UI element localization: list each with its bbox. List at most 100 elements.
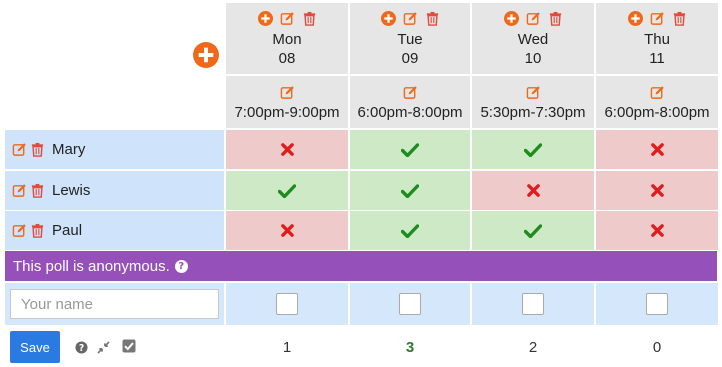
svg-text:?: ? bbox=[78, 342, 83, 353]
column-actions bbox=[596, 11, 718, 26]
time-slot-label: 7:00pm-9:00pm bbox=[234, 104, 340, 121]
check-icon bbox=[278, 183, 296, 198]
check-icon bbox=[524, 142, 542, 157]
your-name-input[interactable]: Your name bbox=[10, 289, 219, 319]
check-icon bbox=[401, 142, 419, 157]
vote-yes-cell bbox=[226, 171, 348, 210]
time-slot-actions bbox=[350, 85, 470, 100]
new-vote-cell bbox=[472, 283, 594, 325]
time-slot-label: 5:30pm-7:30pm bbox=[480, 104, 586, 121]
cross-icon bbox=[280, 224, 294, 237]
compress-icon[interactable] bbox=[96, 340, 110, 354]
add-option-icon[interactable] bbox=[380, 11, 396, 26]
trash-icon[interactable] bbox=[30, 142, 45, 157]
time-slot-header: 6:00pm-8:00pm bbox=[596, 76, 718, 128]
cross-icon bbox=[650, 143, 664, 156]
anonymous-banner: This poll is anonymous.? bbox=[5, 251, 717, 281]
time-slot-actions bbox=[226, 85, 348, 100]
vote-checkbox[interactable] bbox=[646, 293, 668, 315]
question-circle-icon[interactable]: ? bbox=[174, 259, 188, 273]
column-day: Mon bbox=[272, 31, 302, 48]
edit-icon[interactable] bbox=[650, 11, 665, 26]
participant-name: Paul bbox=[52, 222, 83, 239]
edit-icon[interactable] bbox=[12, 223, 27, 238]
add-column-button[interactable] bbox=[193, 42, 219, 68]
add-option-icon[interactable] bbox=[257, 11, 273, 26]
participant-name-cell: Mary bbox=[5, 130, 224, 169]
column-header: Wed 10 bbox=[472, 3, 594, 74]
edit-icon[interactable] bbox=[12, 183, 27, 198]
column-actions bbox=[350, 11, 470, 26]
banner-text: This poll is anonymous. bbox=[13, 257, 170, 275]
time-slot-header: 5:30pm-7:30pm bbox=[472, 76, 594, 128]
participant-name: Lewis bbox=[52, 182, 91, 199]
cross-icon bbox=[526, 184, 540, 197]
your-name-placeholder: Your name bbox=[21, 295, 93, 313]
vote-no-cell bbox=[226, 211, 348, 250]
time-slot-header: 7:00pm-9:00pm bbox=[226, 76, 348, 128]
time-slot-actions bbox=[472, 85, 594, 100]
column-day: Wed bbox=[517, 31, 549, 48]
cross-icon bbox=[280, 143, 294, 156]
time-slot-header: 6:00pm-8:00pm bbox=[350, 76, 470, 128]
cross-icon bbox=[650, 184, 664, 197]
add-option-icon[interactable] bbox=[627, 11, 643, 26]
add-option-icon[interactable] bbox=[503, 11, 519, 26]
participant-name-cell: Lewis bbox=[5, 171, 224, 210]
column-header: Tue 09 bbox=[350, 3, 470, 74]
column-day: Tue bbox=[397, 31, 423, 48]
column-header: Mon 08 bbox=[226, 3, 348, 74]
vote-count: 1 bbox=[282, 339, 292, 356]
vote-no-cell bbox=[596, 130, 718, 169]
vote-yes-cell bbox=[472, 130, 594, 169]
edit-icon[interactable] bbox=[526, 85, 541, 100]
edit-icon[interactable] bbox=[650, 85, 665, 100]
check-icon bbox=[401, 223, 419, 238]
cross-icon bbox=[650, 224, 664, 237]
trash-icon[interactable] bbox=[425, 11, 440, 26]
trash-icon[interactable] bbox=[30, 223, 45, 238]
vote-checkbox[interactable] bbox=[399, 293, 421, 315]
trash-icon[interactable] bbox=[302, 11, 317, 26]
trash-icon[interactable] bbox=[672, 11, 687, 26]
save-button[interactable]: Save bbox=[10, 331, 60, 363]
column-actions bbox=[472, 11, 594, 26]
column-actions bbox=[226, 11, 348, 26]
vote-yes-cell bbox=[472, 211, 594, 250]
trash-icon[interactable] bbox=[30, 183, 45, 198]
edit-icon[interactable] bbox=[12, 142, 27, 157]
vote-no-cell bbox=[226, 130, 348, 169]
vote-no-cell bbox=[472, 171, 594, 210]
vote-count: 2 bbox=[528, 339, 538, 356]
vote-no-cell bbox=[596, 211, 718, 250]
edit-icon[interactable] bbox=[280, 85, 295, 100]
time-slot-label: 6:00pm-8:00pm bbox=[604, 104, 710, 121]
vote-yes-cell bbox=[350, 130, 470, 169]
participant-name-cell: Paul bbox=[5, 211, 224, 250]
column-date: 11 bbox=[649, 50, 665, 67]
new-vote-name-cell: Your name bbox=[5, 283, 224, 325]
vote-checkbox[interactable] bbox=[522, 293, 544, 315]
vote-no-cell bbox=[596, 171, 718, 210]
check-icon bbox=[524, 223, 542, 238]
participant-name: Mary bbox=[52, 141, 86, 158]
column-date: 08 bbox=[278, 50, 296, 67]
column-day: Thu bbox=[644, 31, 670, 48]
vote-yes-cell bbox=[350, 211, 470, 250]
new-vote-cell bbox=[226, 283, 348, 325]
vote-count: 0 bbox=[652, 339, 662, 356]
edit-icon[interactable] bbox=[526, 11, 541, 26]
time-slot-actions bbox=[596, 85, 718, 100]
vote-checkbox[interactable] bbox=[276, 293, 298, 315]
edit-icon[interactable] bbox=[403, 11, 418, 26]
vote-yes-cell bbox=[350, 171, 470, 210]
column-date: 09 bbox=[401, 50, 419, 67]
vote-count: 3 bbox=[405, 339, 415, 356]
column-date: 10 bbox=[524, 50, 542, 67]
edit-icon[interactable] bbox=[280, 11, 295, 26]
help-icon[interactable]: ? bbox=[74, 340, 88, 354]
trash-icon[interactable] bbox=[548, 11, 563, 26]
edit-icon[interactable] bbox=[403, 85, 418, 100]
column-header: Thu 11 bbox=[596, 3, 718, 74]
checkbox-icon[interactable] bbox=[122, 339, 136, 353]
